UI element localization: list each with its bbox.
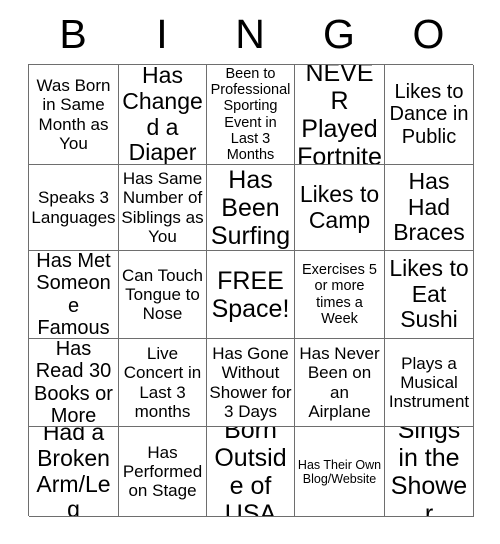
- bingo-cell-label: Can Touch Tongue to Nose: [122, 265, 203, 324]
- bingo-cell-label: NEVER Played Fortnite: [297, 65, 382, 165]
- bingo-cell-label: Has Had Braces: [393, 167, 465, 246]
- bingo-cell[interactable]: Has Had Braces: [385, 165, 474, 251]
- bingo-cell-label: Has Read 30 Books or More: [34, 339, 113, 427]
- header-letter-n: N: [235, 10, 265, 57]
- bingo-cell[interactable]: Plays a Musical Instrument: [385, 339, 474, 427]
- bingo-cell[interactable]: Sings in the Shower: [385, 427, 474, 517]
- bingo-cell-label: Likes to Camp: [299, 180, 380, 233]
- bingo-cell-label: Was Born in Same Month as You: [36, 76, 111, 153]
- bingo-cell[interactable]: Has Never Been on an Airplane: [295, 339, 385, 427]
- bingo-cell[interactable]: Has Read 30 Books or More: [29, 339, 119, 427]
- bingo-cell[interactable]: Speaks 3 Languages: [29, 165, 119, 251]
- bingo-cell-label: Likes to Dance in Public: [389, 80, 469, 148]
- bingo-cell-label: Plays a Musical Instrument: [388, 353, 470, 412]
- bingo-cell[interactable]: Has Same Number of Siblings as You: [119, 165, 207, 251]
- bingo-cell[interactable]: Has Been Surfing: [207, 165, 295, 251]
- bingo-cell-label: Has Same Number of Siblings as You: [121, 169, 204, 246]
- bingo-cell[interactable]: Been to Professional Sporting Event in L…: [207, 65, 295, 165]
- bingo-cell[interactable]: NEVER Played Fortnite: [295, 65, 385, 165]
- bingo-cell[interactable]: Was Born in Same Month as You: [29, 65, 119, 165]
- bingo-cell-label: Likes to Eat Sushi: [389, 254, 469, 333]
- bingo-cell-label: Has Been Surfing: [210, 165, 291, 250]
- bingo-cell-label: Has Their Own Blog/Website: [297, 457, 382, 486]
- bingo-cell-label: Sings in the Shower: [390, 427, 468, 517]
- bingo-cell-label: Has Performed on Stage: [122, 442, 203, 501]
- bingo-header-row: B I N G O: [28, 6, 473, 62]
- header-letter-o: O: [412, 10, 445, 57]
- bingo-cell-label: Has Met Someone Famous: [36, 251, 111, 339]
- bingo-cell[interactable]: Has Gone Without Shower for 3 Days: [207, 339, 295, 427]
- bingo-cell-label: Exercises 5 or more times a Week: [302, 262, 377, 327]
- bingo-cell[interactable]: Exercises 5 or more times a Week: [295, 251, 385, 339]
- bingo-cell[interactable]: Likes to Camp: [295, 165, 385, 251]
- bingo-grid: Was Born in Same Month as You Has Changed…: [28, 64, 474, 517]
- bingo-cell[interactable]: Live Concert in Last 3 months: [119, 339, 207, 427]
- bingo-cell-label: Has Never Been on an Airplane: [299, 344, 380, 421]
- bingo-cell-label: Had a Broken Arm/Leg: [36, 427, 111, 517]
- bingo-cell[interactable]: Has Met Someone Famous: [29, 251, 119, 339]
- bingo-cell[interactable]: Had a Broken Arm/Leg: [29, 427, 119, 517]
- bingo-card: B I N G O Was Born in Same Month as You H…: [0, 0, 500, 544]
- bingo-cell-label: Has Gone Without Shower for 3 Days: [209, 344, 292, 421]
- bingo-cell[interactable]: Can Touch Tongue to Nose: [119, 251, 207, 339]
- bingo-cell[interactable]: Has Performed on Stage: [119, 427, 207, 517]
- bingo-cell-label: FREE Space!: [211, 266, 290, 323]
- bingo-cell-label: Born Outside of USA: [214, 427, 287, 517]
- header-letter-g: G: [323, 10, 355, 57]
- header-letter-i: I: [156, 10, 168, 57]
- bingo-cell-label: Been to Professional Sporting Event in L…: [210, 65, 291, 163]
- header-letter-b: B: [59, 10, 87, 57]
- bingo-cell[interactable]: Born Outside of USA: [207, 427, 295, 517]
- bingo-cell[interactable]: Likes to Eat Sushi: [385, 251, 474, 339]
- bingo-cell[interactable]: Has Their Own Blog/Website: [295, 427, 385, 517]
- bingo-cell[interactable]: Likes to Dance in Public: [385, 65, 474, 165]
- bingo-cell-label: Live Concert in Last 3 months: [123, 344, 202, 421]
- bingo-cell[interactable]: Has Changed a Diaper: [119, 65, 207, 165]
- bingo-cell-free-space[interactable]: FREE Space!: [207, 251, 295, 339]
- bingo-cell-label: Has Changed a Diaper: [122, 65, 203, 165]
- bingo-cell-label: Speaks 3 Languages: [31, 188, 116, 227]
